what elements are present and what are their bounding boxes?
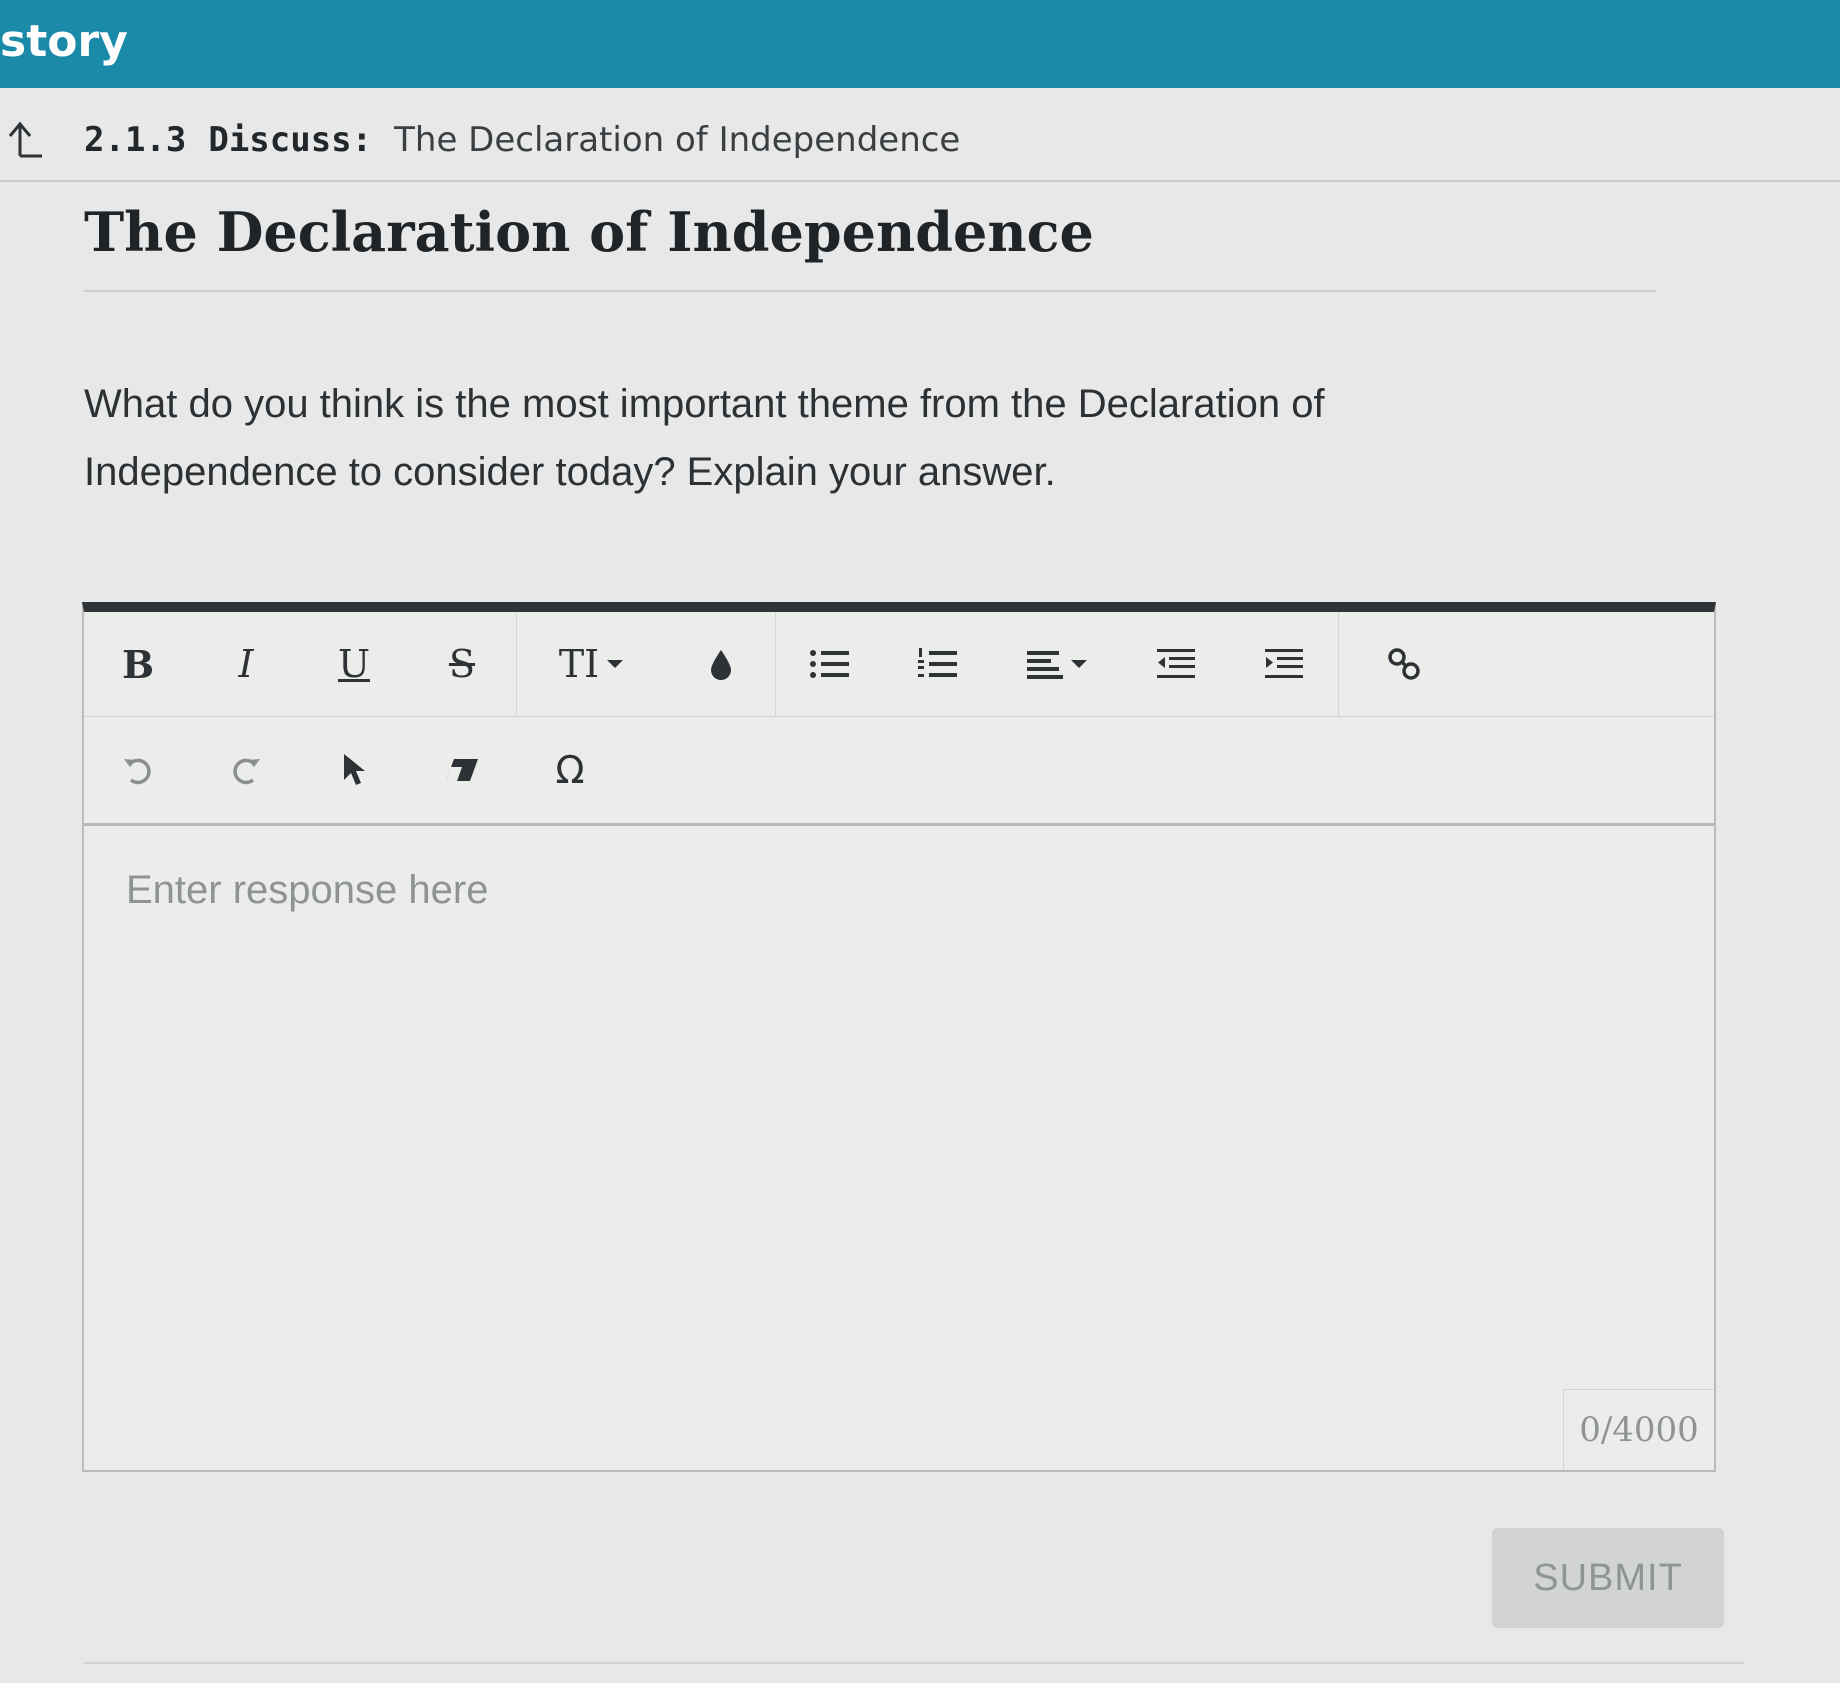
character-counter: 0/4000	[1563, 1389, 1714, 1470]
bottom-divider	[84, 1662, 1744, 1664]
font-size-dropdown[interactable]: TI	[517, 612, 667, 716]
redo-button[interactable]	[192, 717, 300, 823]
submit-button[interactable]: SUBMIT	[1492, 1528, 1724, 1628]
font-size-icon: TI	[558, 642, 600, 686]
link-icon	[1388, 648, 1420, 680]
chevron-down-icon	[607, 660, 624, 668]
course-title: story	[0, 16, 128, 67]
omega-icon: Ω	[555, 748, 585, 792]
bullet-list-icon	[810, 650, 849, 678]
discussion-prompt: What do you think is the most important …	[84, 382, 1325, 494]
redo-icon	[233, 758, 260, 785]
toolbar-row-history: Ω	[84, 717, 1714, 826]
indent-button[interactable]	[1230, 612, 1338, 716]
bold-icon: B	[121, 641, 155, 687]
undo-button[interactable]	[84, 717, 192, 823]
special-character-button[interactable]: Ω	[516, 717, 624, 823]
numbered-list-icon	[918, 648, 957, 677]
strikethrough-icon: S	[448, 642, 476, 686]
text-color-icon	[711, 650, 731, 680]
response-input[interactable]	[84, 822, 1714, 1462]
underline-button[interactable]: U	[300, 612, 408, 716]
outdent-button[interactable]	[1122, 612, 1230, 716]
toolbar-group-font: TI	[517, 612, 776, 716]
italic-button[interactable]: I	[192, 612, 300, 716]
chevron-down-icon	[1071, 660, 1087, 668]
bullet-list-button[interactable]	[776, 612, 884, 716]
clear-format-button[interactable]	[408, 717, 516, 823]
toolbar-row-formatting: B I U S TI	[84, 612, 1714, 717]
toolbar-group-paragraph	[776, 612, 1339, 716]
outdent-icon	[1157, 649, 1195, 678]
eraser-icon	[446, 759, 478, 781]
underline-icon: U	[337, 642, 371, 686]
lesson-title: The Declaration of Independence	[394, 120, 961, 160]
align-icon	[1027, 651, 1063, 679]
top-bar: story	[0, 0, 1840, 88]
strikethrough-button[interactable]: S	[408, 612, 516, 716]
rich-text-editor: B I U S TI Ω Enter response here 0/4000	[82, 602, 1716, 1472]
align-dropdown[interactable]	[992, 612, 1122, 716]
up-arrow-icon[interactable]	[0, 112, 56, 168]
numbered-list-button[interactable]	[884, 612, 992, 716]
text-color-button[interactable]	[667, 612, 775, 716]
breadcrumb: 2.1.3 Discuss: The Declaration of Indepe…	[0, 100, 1840, 182]
select-pointer-icon	[344, 754, 365, 785]
indent-icon	[1265, 649, 1303, 678]
page-title: The Declaration of Independence	[84, 200, 1094, 264]
title-divider	[84, 290, 1656, 292]
bold-button[interactable]: B	[84, 612, 192, 716]
link-button[interactable]	[1339, 612, 1469, 716]
toolbar-group-insert	[1339, 612, 1469, 716]
toolbar-group-text: B I U S	[84, 612, 517, 716]
lesson-number: 2.1.3	[84, 120, 187, 160]
italic-icon: I	[238, 642, 254, 686]
select-button[interactable]	[300, 717, 408, 823]
undo-icon	[124, 758, 151, 785]
lesson-kind: Discuss:	[208, 120, 373, 160]
